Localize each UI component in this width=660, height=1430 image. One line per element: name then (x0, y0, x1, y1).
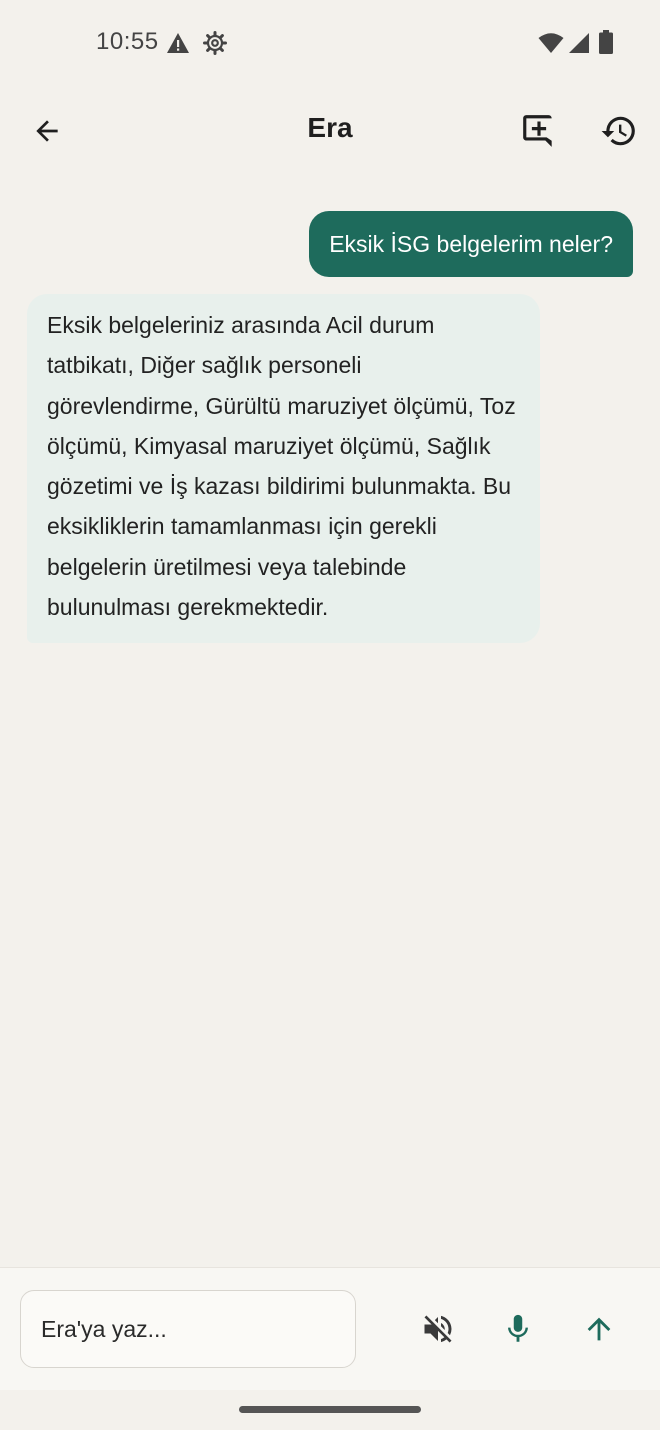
volume-off-icon (424, 1315, 452, 1343)
status-bar: 10:55 (0, 0, 660, 88)
status-time: 10:55 (96, 28, 159, 55)
composer: Era'ya yaz... (0, 1267, 660, 1391)
history-icon (601, 116, 635, 146)
navigation-bar (0, 1390, 660, 1430)
new-chat-button[interactable] (516, 108, 562, 154)
gesture-handle[interactable] (239, 1406, 421, 1413)
assistant-message-bubble: Eksik belgeleriniz arasında Acil durum t… (27, 294, 540, 644)
gear-icon (203, 31, 227, 55)
send-button[interactable] (576, 1306, 622, 1352)
wifi-icon (538, 33, 564, 53)
user-message-bubble: Eksik İSG belgelerim neler? (309, 211, 633, 277)
message-input[interactable]: Era'ya yaz... (20, 1290, 356, 1368)
microphone-button[interactable] (495, 1306, 541, 1352)
chat-screen: 10:55 Era Eksik İSG belgelerim neler? Ek… (0, 0, 660, 1430)
battery-icon (599, 30, 613, 54)
cell-signal-icon (569, 33, 589, 53)
new-chat-icon (523, 115, 552, 147)
mute-button[interactable] (415, 1306, 461, 1352)
app-bar: Era (0, 88, 660, 172)
warning-icon (167, 33, 189, 53)
arrow-up-icon (587, 1317, 611, 1341)
history-button[interactable] (596, 108, 642, 154)
microphone-icon (508, 1314, 528, 1342)
